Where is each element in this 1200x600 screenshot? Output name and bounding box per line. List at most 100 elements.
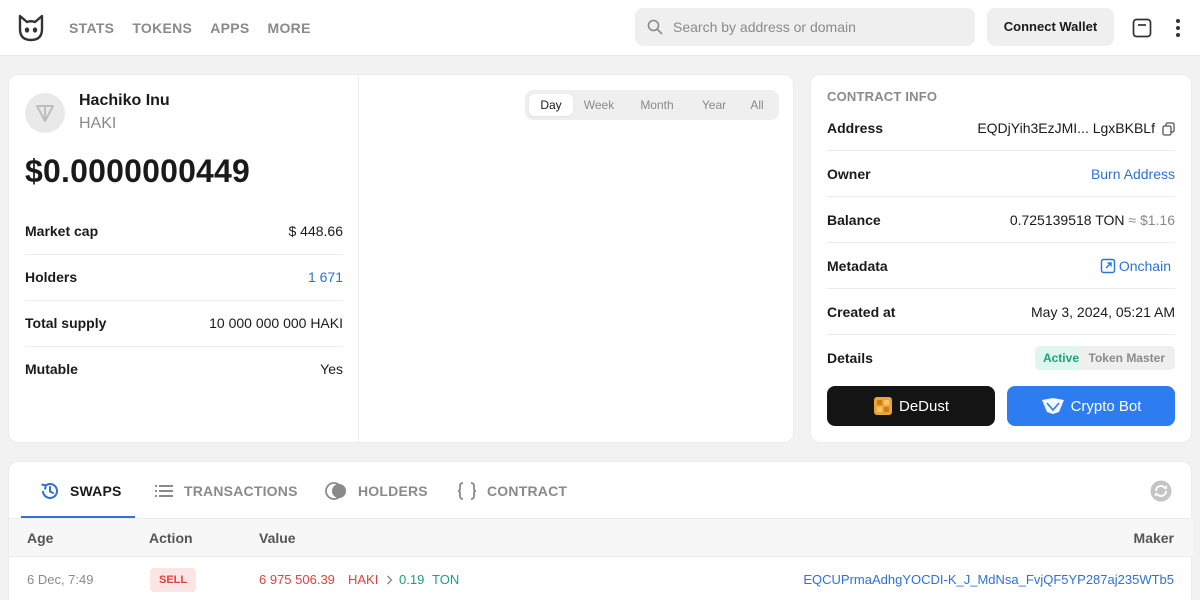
contract-address-row: Address EQDjYih3EzJMI... LgxBKBLf	[827, 105, 1175, 151]
stat-total-supply: Total supply 10 000 000 000 HAKI	[25, 301, 343, 347]
contract-metadata-row: Metadata Onchain	[827, 243, 1175, 289]
contract-created-row: Created at May 3, 2024, 05:21 AM	[827, 289, 1175, 335]
activity-tabs: SWAPS TRANSACTIONS HOLDERS CONTRACT	[9, 462, 1193, 519]
nav-stats[interactable]: STATS	[69, 20, 114, 36]
more-menu-icon[interactable]	[1170, 18, 1186, 38]
holders-icon	[325, 481, 346, 500]
holders-link[interactable]: 1 671	[308, 269, 343, 285]
tab-holders-label: HOLDERS	[358, 482, 428, 499]
top-bar: STATS TOKENS APPS MORE Search by address…	[0, 0, 1200, 56]
token-price: $0.0000000449	[25, 153, 251, 189]
col-value: Value	[259, 530, 296, 546]
table-row: 6 Dec, 7:49 SELL 6 975 506.39 HAKI 0.19 …	[9, 558, 1193, 600]
stat-label: Total supply	[25, 315, 107, 331]
range-year[interactable]: Year	[691, 94, 737, 116]
token-name: Hachiko Inu	[79, 92, 170, 109]
contract-info-title: CONTRACT INFO	[827, 89, 938, 104]
balance-ton: 0.725139518 TON	[1009, 212, 1125, 228]
token-symbol: HAKI	[79, 115, 117, 132]
window-icon[interactable]	[1132, 18, 1152, 38]
history-icon	[41, 482, 58, 499]
balance-fiat: ≈ $1.16	[1128, 212, 1175, 228]
refresh-icon[interactable]	[1149, 479, 1173, 503]
token-master-badge[interactable]: Token Master	[1078, 346, 1175, 370]
active-tab-indicator	[21, 516, 135, 518]
contract-details-row: Details Active Token Master	[827, 335, 1175, 381]
col-maker: Maker	[1133, 530, 1174, 546]
row-out-amount: 0.19	[399, 572, 425, 587]
contract-balance-row: Balance 0.725139518 TON ≈ $1.16	[827, 197, 1175, 243]
copy-icon[interactable]	[1162, 122, 1175, 136]
range-day[interactable]: Day	[529, 94, 573, 116]
col-age: Age	[27, 530, 54, 546]
dedust-icon	[873, 397, 892, 415]
tab-transactions-label: TRANSACTIONS	[184, 482, 298, 499]
code-braces-icon	[457, 481, 477, 500]
token-overview-card: Hachiko Inu HAKI $0.0000000449 Market ca…	[8, 74, 794, 443]
metadata-link[interactable]: Onchain	[1100, 258, 1171, 274]
tab-swaps[interactable]: SWAPS	[39, 462, 122, 519]
range-all[interactable]: All	[739, 94, 775, 116]
nav-tokens[interactable]: TOKENS	[132, 20, 192, 36]
created-value: May 3, 2024, 05:21 AM	[1031, 304, 1175, 320]
stat-holders: Holders 1 671	[25, 255, 343, 301]
chevron-right-icon	[387, 575, 393, 585]
main-nav: STATS TOKENS APPS MORE	[69, 20, 329, 36]
crypto-bot-button-inner: Crypto Bot	[1007, 386, 1175, 426]
tab-transactions[interactable]: TRANSACTIONS	[153, 462, 298, 519]
row-maker-link[interactable]: EQCUPrmaAdhgYOCDI-K_J_MdNsa_FvjQF5YP287a…	[803, 572, 1174, 587]
swaps-table-header: Age Action Value Maker	[9, 519, 1193, 557]
token-summary: Hachiko Inu HAKI $0.0000000449 Market ca…	[9, 75, 359, 442]
ton-icon	[36, 105, 54, 122]
range-month[interactable]: Month	[627, 94, 687, 116]
tab-holders[interactable]: HOLDERS	[325, 462, 428, 519]
stat-label: Mutable	[25, 361, 78, 377]
crypto-bot-label: Crypto Bot	[1070, 397, 1142, 415]
range-week[interactable]: Week	[575, 94, 623, 116]
balance-value: 0.725139518 TON ≈ $1.16	[1010, 212, 1175, 228]
tab-contract-label: CONTRACT	[487, 482, 568, 499]
row-out-token[interactable]: TON	[432, 572, 459, 587]
contract-info-card: CONTRACT INFO Address EQDjYih3EzJMI... L…	[810, 74, 1192, 443]
nav-apps[interactable]: APPS	[210, 20, 249, 36]
search-icon	[647, 19, 663, 35]
search-input[interactable]: Search by address or domain	[635, 8, 975, 46]
details-label: Details	[827, 350, 873, 366]
col-action: Action	[149, 530, 193, 546]
sell-badge: SELL	[150, 568, 197, 592]
external-link-icon	[1100, 258, 1116, 274]
contract-owner-row: Owner Burn Address	[827, 151, 1175, 197]
dedust-button-inner: DeDust	[827, 386, 995, 426]
metadata-label: Metadata	[827, 258, 888, 274]
tab-swaps-label: SWAPS	[70, 482, 122, 499]
stat-value: $ 448.66	[288, 223, 344, 239]
stat-mutable: Mutable Yes	[25, 347, 343, 393]
balance-label: Balance	[827, 212, 881, 228]
owner-link[interactable]: Burn Address	[1091, 166, 1175, 182]
activity-panel: SWAPS TRANSACTIONS HOLDERS CONTRACT Age …	[8, 461, 1193, 600]
stat-label: Market cap	[25, 223, 99, 239]
stat-value: 10 000 000 000 HAKI	[209, 315, 343, 331]
address-label: Address	[827, 120, 884, 136]
row-amount: 6 975 506.39	[259, 572, 335, 587]
chart-range-selector: Day Week Month Year All	[525, 90, 779, 120]
search-placeholder: Search by address or domain	[673, 19, 856, 35]
tab-contract[interactable]: CONTRACT	[456, 462, 567, 519]
cat-logo-icon[interactable]	[17, 14, 45, 42]
row-age: 6 Dec, 7:49	[27, 572, 94, 587]
list-icon	[155, 484, 173, 497]
token-avatar	[25, 93, 65, 133]
owner-label: Owner	[827, 166, 871, 182]
connect-wallet-button[interactable]: Connect Wallet	[987, 8, 1114, 46]
crypto-bot-button[interactable]: Crypto Bot	[1007, 386, 1175, 426]
address-value[interactable]: EQDjYih3EzJMI... LgxBKBLf	[977, 120, 1155, 136]
created-label: Created at	[827, 304, 896, 320]
nav-more[interactable]: MORE	[268, 20, 311, 36]
metadata-value: Onchain	[1118, 258, 1171, 274]
dedust-button[interactable]: DeDust	[827, 386, 995, 426]
stat-market-cap: Market cap $ 448.66	[25, 209, 343, 255]
stat-label: Holders	[25, 269, 78, 285]
stat-value: Yes	[320, 361, 343, 377]
row-token[interactable]: HAKI	[348, 572, 378, 587]
dedust-label: DeDust	[898, 397, 950, 415]
